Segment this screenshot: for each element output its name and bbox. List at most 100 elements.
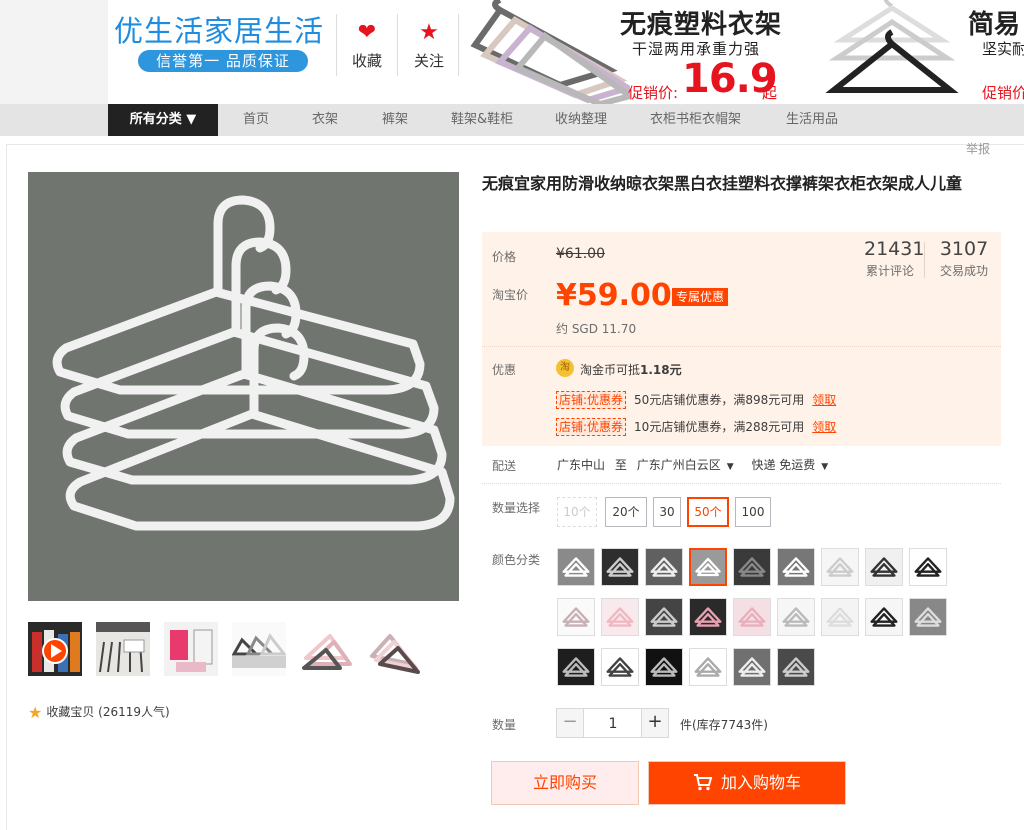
color-swatch[interactable] <box>777 598 815 636</box>
main-product-image[interactable] <box>28 172 459 601</box>
promo2-title[interactable]: 简易 <box>968 4 1020 41</box>
promo2-hanger-image[interactable] <box>822 0 962 104</box>
color-swatch[interactable] <box>733 648 771 686</box>
quantity-plus-button[interactable]: + <box>641 708 669 738</box>
report-link[interactable]: 举报 <box>966 140 990 157</box>
color-swatch[interactable] <box>601 548 639 586</box>
color-category-label: 颜色分类 <box>492 553 541 567</box>
star-icon: ★ <box>28 703 43 722</box>
qty-option-100[interactable]: 100 <box>735 497 771 527</box>
promo-price-label: 促销价: <box>628 84 679 102</box>
qty-option-30[interactable]: 30 <box>653 497 681 527</box>
quantity-label: 数量 <box>492 718 517 732</box>
thumbnail-video[interactable] <box>28 622 82 676</box>
reviews-count: 21431 <box>864 238 925 260</box>
color-swatch[interactable] <box>557 598 595 636</box>
color-swatch[interactable] <box>733 548 771 586</box>
thumbnail-image[interactable] <box>164 622 218 676</box>
shop-name[interactable]: 优生活家居生活 <box>114 8 324 50</box>
claim-coupon-link[interactable]: 领取 <box>812 393 836 407</box>
delivery-info: 广东中山 至 广东广州白云区 ▼ 快递 免运费 ▼ <box>557 456 842 473</box>
color-swatch[interactable] <box>601 648 639 686</box>
nav-item-shoe-racks[interactable]: 鞋架&鞋柜 <box>451 104 513 136</box>
chevron-down-icon[interactable]: ▼ <box>821 462 828 472</box>
deals-count: 3107 <box>939 238 989 260</box>
color-swatch[interactable] <box>777 648 815 686</box>
color-swatch[interactable] <box>777 548 815 586</box>
color-swatch[interactable] <box>909 548 947 586</box>
color-swatch[interactable] <box>733 598 771 636</box>
quantity-minus-button[interactable]: − <box>556 708 584 738</box>
price-label: 价格 <box>492 250 517 264</box>
banner-divider <box>397 14 398 76</box>
color-swatch[interactable] <box>821 598 859 636</box>
coupon-description: 50元店铺优惠券，满898元可用 <box>634 393 805 407</box>
qty-option-10[interactable]: 10个 <box>557 497 597 527</box>
nav-item-wardrobes[interactable]: 衣柜书柜衣帽架 <box>650 104 741 136</box>
coin-deduct-amount: 1.18元 <box>640 363 682 377</box>
favorite-item-button[interactable]: ★ 收藏宝贝 (26119人气) <box>28 703 170 722</box>
color-swatch[interactable] <box>689 548 727 586</box>
color-swatch[interactable] <box>557 648 595 686</box>
qty-option-50[interactable]: 50个 <box>687 497 729 527</box>
hanger-photo <box>52 195 455 531</box>
thumbnail-image[interactable] <box>300 622 354 676</box>
nav-item-hangers[interactable]: 衣架 <box>312 104 338 136</box>
taobao-price-label: 淘宝价 <box>492 288 529 302</box>
shop-banner: 优生活家居生活 信誉第一 品质保证 ❤ 收藏 ★ 关注 无痕塑料衣架 干湿两用承… <box>0 0 1024 104</box>
coin-deduct-text: 淘金币可抵1.18元 <box>580 361 682 378</box>
favorite-shop-button[interactable]: ❤ 收藏 <box>342 20 392 71</box>
ship-to-word: 至 <box>614 458 627 472</box>
color-swatch[interactable] <box>821 548 859 586</box>
promo-title[interactable]: 无痕塑料衣架 <box>620 4 782 41</box>
nav-item-daily-goods[interactable]: 生活用品 <box>786 104 838 136</box>
nav-item-home[interactable]: 首页 <box>243 104 269 136</box>
promotion-label: 优惠 <box>492 363 517 377</box>
coupon-tag: 店铺:优惠券 <box>556 391 627 409</box>
quantity-input[interactable]: 1 <box>584 708 642 738</box>
exclusive-discount-badge[interactable]: 专属优惠 <box>672 288 729 306</box>
banner-divider <box>336 14 337 76</box>
color-swatch[interactable] <box>865 598 903 636</box>
cart-icon <box>693 765 713 807</box>
star-icon: ★ <box>419 20 439 45</box>
color-swatch[interactable] <box>909 598 947 636</box>
promo-hanger-image[interactable] <box>470 0 630 104</box>
promo-price-unit: 起 <box>762 84 778 102</box>
shipping-method[interactable]: 快递 免运费 <box>751 458 815 472</box>
nav-item-pants-racks[interactable]: 裤架 <box>382 104 408 136</box>
price-panel: 价格 ¥61.00 淘宝价 ¥59.00 专属优惠 约 SGD 11.70 21… <box>482 232 1001 346</box>
nav-item-storage[interactable]: 收纳整理 <box>555 104 607 136</box>
qty-option-20[interactable]: 20个 <box>605 497 647 527</box>
reviews-stat[interactable]: 21431 累计评论 <box>864 238 925 279</box>
current-price: ¥59.00 <box>556 278 672 313</box>
product-title: 无痕宜家用防滑收纳晾衣架黑白衣挂塑料衣撑裤架衣柜衣架成人儿童 <box>482 174 963 193</box>
chevron-down-icon[interactable]: ▼ <box>727 462 734 472</box>
color-swatch[interactable] <box>645 598 683 636</box>
color-swatch[interactable] <box>645 548 683 586</box>
claim-coupon-link[interactable]: 领取 <box>812 420 836 434</box>
coin-deduct-label: 淘金币可抵 <box>580 363 641 377</box>
color-swatch[interactable] <box>689 598 727 636</box>
deals-label: 交易成功 <box>939 264 988 278</box>
all-categories-menu[interactable]: 所有分类 ▼ <box>108 104 218 136</box>
thumbnail-image[interactable] <box>232 622 286 676</box>
divider <box>482 483 1001 484</box>
color-swatch[interactable] <box>689 648 727 686</box>
color-swatch[interactable] <box>865 548 903 586</box>
ship-from: 广东中山 <box>557 458 606 472</box>
color-swatch[interactable] <box>557 548 595 586</box>
thumbnail-image[interactable] <box>96 622 150 676</box>
color-swatch[interactable] <box>601 598 639 636</box>
buy-now-button[interactable]: 立即购买 <box>491 761 639 805</box>
sgd-price: 约 SGD 11.70 <box>556 322 637 336</box>
coupon-row: 店铺:优惠券 10元店铺优惠券，满288元可用 领取 <box>556 418 836 436</box>
coupon-tag: 店铺:优惠券 <box>556 418 627 436</box>
color-swatch[interactable] <box>645 648 683 686</box>
thumbnail-image[interactable] <box>368 622 422 676</box>
follow-shop-button[interactable]: ★ 关注 <box>404 20 454 71</box>
add-to-cart-button[interactable]: 加入购物车 <box>648 761 846 805</box>
ship-to-select[interactable]: 广东广州白云区 <box>637 458 721 472</box>
favorite-shop-label: 收藏 <box>351 52 382 70</box>
banner-divider <box>458 14 459 76</box>
